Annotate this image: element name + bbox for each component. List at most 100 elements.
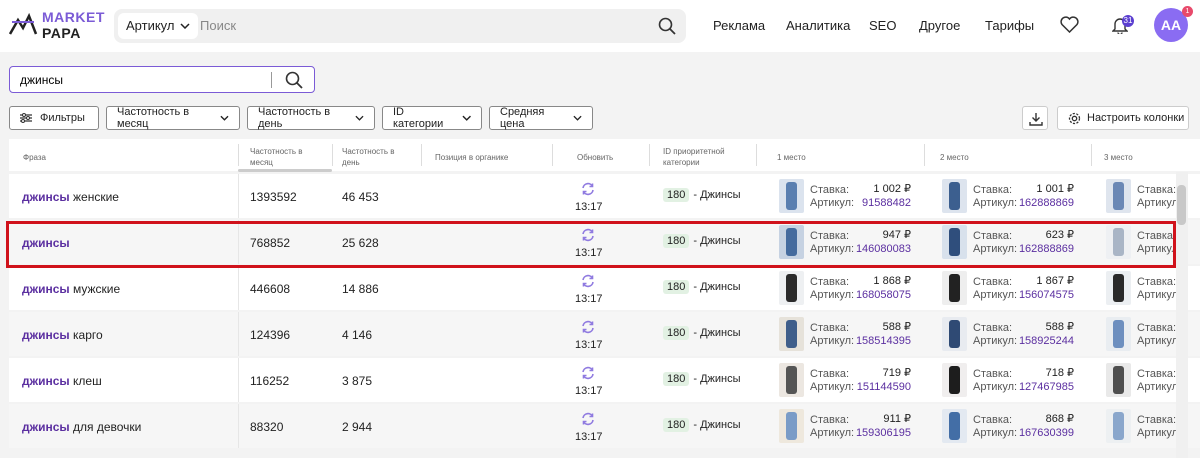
place-3-product[interactable]: Ставка: Артикул:: [1106, 179, 1186, 215]
product-thumbnail[interactable]: [779, 179, 804, 213]
product-thumbnail[interactable]: [942, 409, 967, 443]
table-row[interactable]: джинсы женские 1393592 46 453 13:17 180- Джи…: [9, 174, 1200, 218]
product-thumbnail[interactable]: [779, 225, 804, 259]
nav-seo[interactable]: SEO: [869, 18, 896, 33]
article-link[interactable]: 91588482: [831, 197, 911, 210]
phrase-cell[interactable]: джинсы карго: [22, 328, 103, 342]
top-product[interactable]: Ставка: Артикул: 868 ₽167630399: [942, 409, 1082, 445]
product-thumbnail[interactable]: [1106, 225, 1131, 259]
filters-button[interactable]: Фильтры: [9, 106, 99, 130]
category-id-dropdown[interactable]: ID категории: [382, 106, 482, 130]
article-link[interactable]: 127467985: [994, 381, 1074, 394]
cell-divider: [238, 266, 239, 310]
top-product[interactable]: Ставка: Артикул: 1 001 ₽162888869: [942, 179, 1082, 215]
col-freq-day[interactable]: Частотность в день: [342, 146, 412, 168]
top-product[interactable]: Ставка: Артикул: 911 ₽159306195: [779, 409, 919, 445]
product-thumbnail[interactable]: [779, 363, 804, 397]
col-place-1[interactable]: 1 место: [777, 152, 806, 163]
top-product[interactable]: Ставка: Артикул: 947 ₽146080083: [779, 225, 919, 261]
freq-day-dropdown[interactable]: Частотность в день: [247, 106, 375, 130]
place-3-product[interactable]: Ставка: Артикул:: [1106, 409, 1186, 445]
article-link[interactable]: 146080083: [831, 243, 911, 256]
col-freq-month[interactable]: Частотность в месяц: [250, 146, 320, 168]
article-link[interactable]: 162888869: [994, 197, 1074, 210]
freq-month-dropdown[interactable]: Частотность в месяц: [106, 106, 240, 130]
col-organic-position[interactable]: Позиция в органике: [435, 152, 508, 163]
product-thumbnail[interactable]: [1106, 317, 1131, 351]
product-thumbnail[interactable]: [942, 271, 967, 305]
col-place-3[interactable]: 3 место: [1104, 152, 1133, 163]
phrase-cell[interactable]: джинсы: [22, 236, 70, 250]
table-row[interactable]: джинсы карго 124396 4 146 13:17 180- Джинсы С…: [9, 312, 1200, 356]
place-3-product[interactable]: Ставка: Артикул:: [1106, 317, 1186, 353]
article-link[interactable]: 159306195: [831, 427, 911, 440]
product-thumbnail[interactable]: [1106, 179, 1131, 213]
table-row[interactable]: джинсы 768852 25 628 13:17 180- Джинсы Ставка…: [9, 220, 1200, 264]
col-place-2[interactable]: 2 место: [940, 152, 969, 163]
phrase-search-input[interactable]: [20, 71, 270, 89]
product-thumbnail[interactable]: [942, 317, 967, 351]
nav-tariffs[interactable]: Тарифы: [985, 18, 1034, 33]
place-3-product[interactable]: Ставка: Артикул:: [1106, 363, 1186, 399]
place-3-product[interactable]: Ставка: Артикул:: [1106, 271, 1186, 307]
product-thumbnail[interactable]: [942, 363, 967, 397]
phrase-cell[interactable]: джинсы мужские: [22, 282, 120, 296]
article-link[interactable]: 162888869: [994, 243, 1074, 256]
article-link[interactable]: 158514395: [831, 335, 911, 348]
heart-icon[interactable]: [1060, 16, 1079, 33]
search-icon[interactable]: [658, 17, 676, 35]
refresh-icon[interactable]: [580, 320, 596, 334]
table-row[interactable]: джинсы мужские 446608 14 886 13:17 180- Джин…: [9, 266, 1200, 310]
col-update[interactable]: Обновить: [577, 152, 613, 163]
download-button[interactable]: [1022, 106, 1048, 130]
vertical-scrollbar-thumb[interactable]: [1177, 185, 1186, 225]
search-input[interactable]: Поиск: [200, 9, 236, 43]
search-type-select[interactable]: Артикул: [118, 13, 199, 39]
product-thumbnail[interactable]: [779, 409, 804, 443]
product-thumbnail[interactable]: [779, 271, 804, 305]
article-link[interactable]: 167630399: [994, 427, 1074, 440]
col-phrase[interactable]: Фраза: [23, 152, 46, 163]
place-3-product[interactable]: Ставка: Артикул:: [1106, 225, 1186, 261]
nav-analytics[interactable]: Аналитика: [786, 18, 850, 33]
market-papa-logo[interactable]: MARKET PAPA: [8, 8, 104, 44]
product-thumbnail[interactable]: [1106, 363, 1131, 397]
freq-month-cell: 1393592: [250, 190, 297, 204]
refresh-icon[interactable]: [580, 228, 596, 242]
top-product[interactable]: Ставка: Артикул: 1 002 ₽91588482: [779, 179, 919, 215]
bid-value: 718 ₽: [1045, 367, 1074, 379]
nav-advertising[interactable]: Реклама: [713, 18, 765, 33]
avg-price-dropdown[interactable]: Средняя цена: [489, 106, 593, 130]
update-time: 13:17: [575, 293, 603, 305]
article-link[interactable]: 158925244: [994, 335, 1074, 348]
top-product[interactable]: Ставка: Артикул: 623 ₽162888869: [942, 225, 1082, 261]
table-row[interactable]: джинсы клеш 116252 3 875 13:17 180- Джинсы Ст…: [9, 358, 1200, 402]
product-thumbnail[interactable]: [1106, 409, 1131, 443]
product-thumbnail[interactable]: [942, 179, 967, 213]
product-thumbnail[interactable]: [779, 317, 804, 351]
refresh-icon[interactable]: [580, 366, 596, 380]
refresh-icon[interactable]: [580, 412, 596, 426]
table-row[interactable]: джинсы для девочки 88320 2 944 13:17 180- Дж…: [9, 404, 1200, 448]
nav-other[interactable]: Другое: [919, 18, 960, 33]
top-product[interactable]: Ставка: Артикул: 1 868 ₽168058075: [779, 271, 919, 307]
refresh-icon[interactable]: [580, 182, 596, 196]
priority-category: 180- Джинсы: [663, 280, 741, 294]
product-thumbnail[interactable]: [942, 225, 967, 259]
phrase-cell[interactable]: джинсы клеш: [22, 374, 102, 388]
phrase-cell[interactable]: джинсы женские: [22, 190, 119, 204]
refresh-icon[interactable]: [580, 274, 596, 288]
top-product[interactable]: Ставка: Артикул: 718 ₽127467985: [942, 363, 1082, 399]
top-product[interactable]: Ставка: Артикул: 588 ₽158514395: [779, 317, 919, 353]
configure-columns-button[interactable]: Настроить колонки: [1057, 106, 1189, 130]
col-priority-category[interactable]: ID приоритетной категории: [663, 146, 743, 168]
top-product[interactable]: Ставка: Артикул: 588 ₽158925244: [942, 317, 1082, 353]
product-thumbnail[interactable]: [1106, 271, 1131, 305]
article-link[interactable]: 168058075: [831, 289, 911, 302]
top-product[interactable]: Ставка: Артикул: 1 867 ₽156074575: [942, 271, 1082, 307]
phrase-cell[interactable]: джинсы для девочки: [22, 420, 141, 434]
top-product[interactable]: Ставка: Артикул: 719 ₽151144590: [779, 363, 919, 399]
article-link[interactable]: 151144590: [831, 381, 911, 394]
article-link[interactable]: 156074575: [994, 289, 1074, 302]
search-icon[interactable]: [285, 71, 303, 89]
